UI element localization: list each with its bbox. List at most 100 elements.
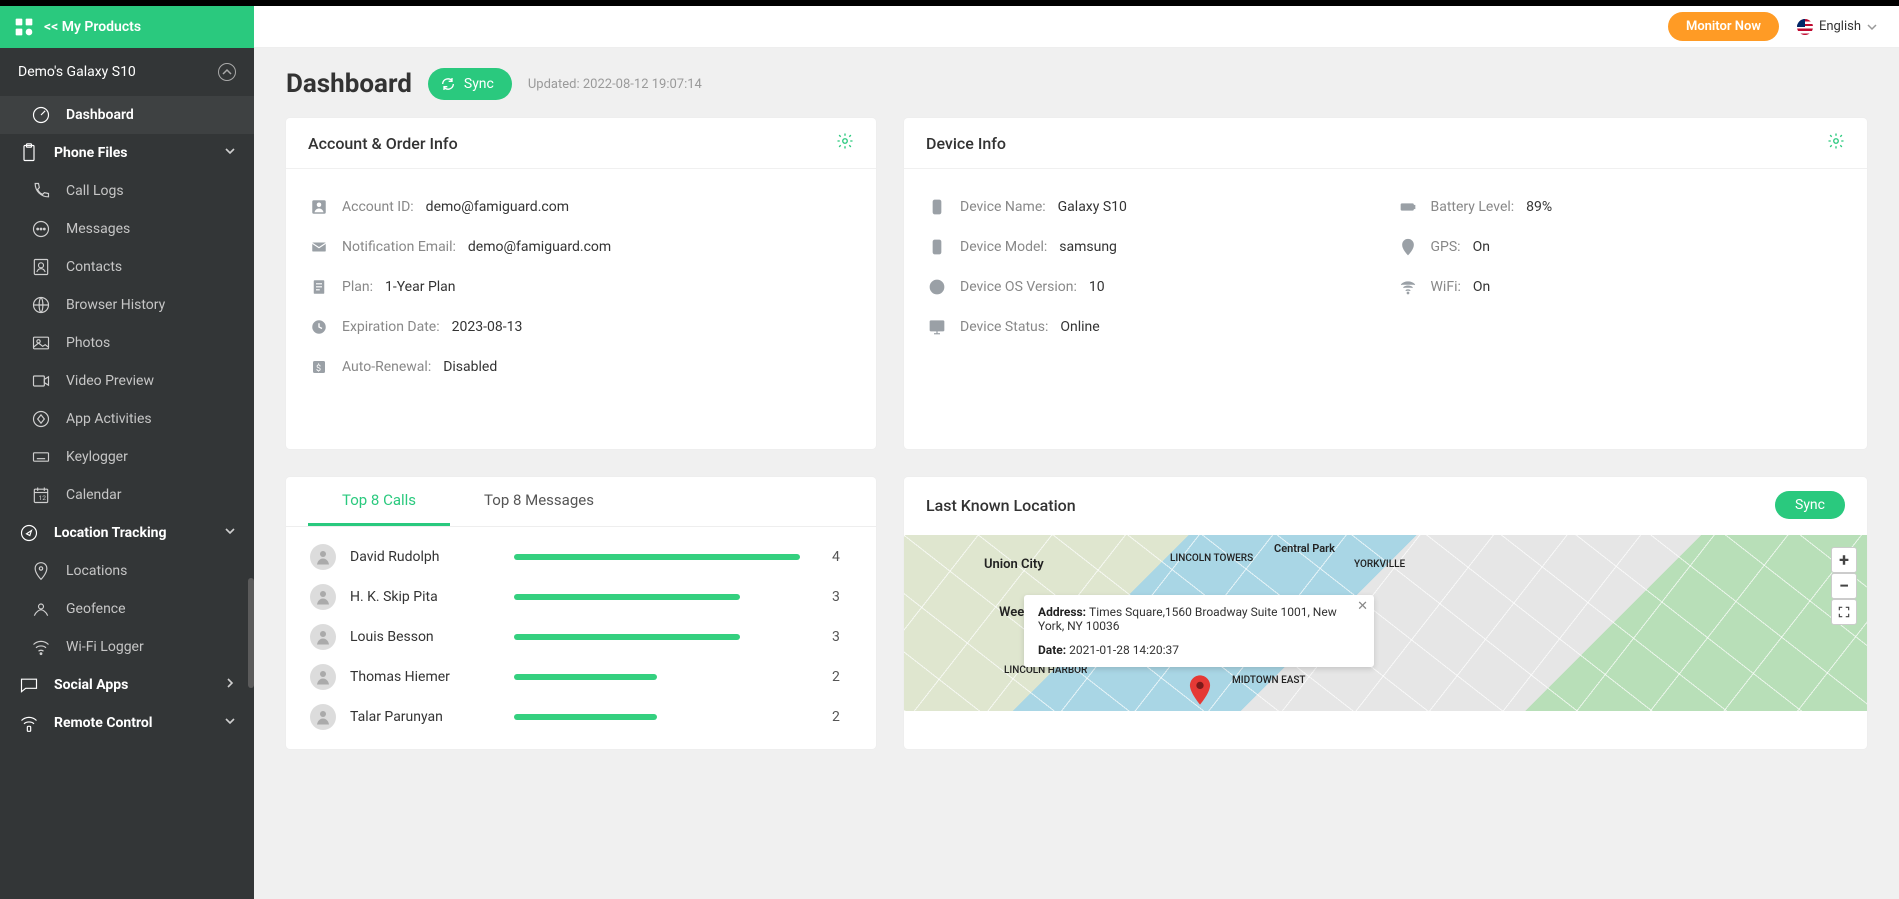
sidebar-item-contacts[interactable]: Contacts	[0, 248, 254, 286]
chat2-icon	[18, 674, 40, 696]
sidebar-item-video-preview[interactable]: Video Preview	[0, 362, 254, 400]
avatar-icon	[310, 544, 336, 570]
tab-top-calls[interactable]: Top 8 Calls	[308, 477, 450, 526]
language-selector[interactable]: English	[1797, 19, 1877, 35]
call-count: 2	[832, 709, 852, 725]
content: Dashboard Sync Updated: 2022-08-12 19:07…	[254, 48, 1899, 899]
image-icon	[30, 332, 52, 354]
monitor-now-button[interactable]: Monitor Now	[1668, 12, 1779, 41]
wifi-icon	[30, 636, 52, 658]
phone-device-icon	[926, 196, 948, 218]
sidebar-item-location-tracking[interactable]: Location Tracking	[0, 514, 254, 552]
call-bar	[514, 714, 800, 720]
dashboard-icon	[30, 104, 52, 126]
chevron-down-icon	[1867, 22, 1877, 32]
sidebar-item-label: Remote Control	[54, 715, 153, 731]
sidebar-item-messages[interactable]: Messages	[0, 210, 254, 248]
device-selector[interactable]: Demo's Galaxy S10	[0, 48, 254, 96]
page-title: Dashboard	[286, 69, 412, 99]
language-label: English	[1819, 19, 1861, 34]
account-title: Account & Order Info	[308, 134, 458, 153]
avatar-icon	[310, 704, 336, 730]
sidebar-item-locations[interactable]: Locations	[0, 552, 254, 590]
calendar-icon: 12	[30, 484, 52, 506]
sidebar-item-geofence[interactable]: Geofence	[0, 590, 254, 628]
clock-icon	[308, 316, 330, 338]
sync-button[interactable]: Sync	[428, 68, 512, 100]
app-icon	[30, 408, 52, 430]
account-row: Plan: 1-Year Plan	[308, 267, 854, 307]
scrollbar-thumb[interactable]	[248, 578, 254, 688]
sidebar-item-browser-history[interactable]: Browser History	[0, 286, 254, 324]
account-row: Notification Email: demo@famiguard.com	[308, 227, 854, 267]
device-title: Device Info	[926, 134, 1006, 153]
sidebar-item-call-logs[interactable]: Call Logs	[0, 172, 254, 210]
sidebar-item-remote-control[interactable]: Remote Control	[0, 704, 254, 742]
sidebar-item-label: Dashboard	[66, 107, 134, 123]
sidebar-item-label: Messages	[66, 221, 130, 237]
sidebar-item-phone-files[interactable]: Phone Files	[0, 134, 254, 172]
svg-text:$: $	[316, 363, 321, 374]
call-row: Thomas Hiemer2	[310, 657, 852, 697]
tab-top-messages[interactable]: Top 8 Messages	[450, 477, 628, 526]
gear-icon[interactable]	[836, 132, 854, 154]
call-name: Talar Parunyan	[350, 709, 500, 725]
chevron-right-icon	[224, 677, 236, 693]
map-zoom-out[interactable]: −	[1831, 573, 1857, 599]
account-row: $Auto-Renewal: Disabled	[308, 347, 854, 387]
battery-icon	[1397, 196, 1419, 218]
keyboard-icon	[30, 446, 52, 468]
pin-icon	[30, 560, 52, 582]
sidebar-item-label: Wi-Fi Logger	[66, 639, 144, 655]
sidebar-item-social-apps[interactable]: Social Apps	[0, 666, 254, 704]
sidebar-item-keylogger[interactable]: Keylogger	[0, 438, 254, 476]
gear-icon[interactable]	[1827, 132, 1845, 154]
call-count: 3	[832, 629, 852, 645]
geofence-icon	[30, 598, 52, 620]
chevron-up-icon	[218, 63, 236, 81]
sidebar-item-label: Browser History	[66, 297, 165, 313]
device-row: GPS:On	[1397, 227, 1846, 267]
sidebar-item-calendar[interactable]: 12Calendar	[0, 476, 254, 514]
close-icon[interactable]: ✕	[1357, 599, 1368, 614]
device-row: Device Status:Online	[926, 307, 1375, 347]
sidebar-item-wi-fi-logger[interactable]: Wi-Fi Logger	[0, 628, 254, 666]
device-row: Device Name:Galaxy S10	[926, 187, 1375, 227]
call-name: David Rudolph	[350, 549, 500, 565]
sidebar-item-app-activities[interactable]: App Activities	[0, 400, 254, 438]
call-name: Louis Besson	[350, 629, 500, 645]
map-label-lincolnt: LINCOLN TOWERS	[1170, 553, 1253, 564]
map-pin-icon	[1189, 675, 1211, 705]
chevron-down-icon	[224, 525, 236, 541]
sidebar: Demo's Galaxy S10 Dashboard Phone Files Ca…	[0, 48, 254, 899]
map-label-unioncity: Union City	[984, 557, 1044, 572]
chevron-down-icon	[224, 145, 236, 161]
map-zoom-in[interactable]: +	[1831, 547, 1857, 573]
refresh-icon	[440, 76, 456, 92]
call-row: H. K. Skip Pita3	[310, 577, 852, 617]
sidebar-item-label: Call Logs	[66, 183, 124, 199]
call-row: Talar Parunyan 2	[310, 697, 852, 737]
sidebar-item-label: Geofence	[66, 601, 126, 617]
sidebar-item-photos[interactable]: Photos	[0, 324, 254, 362]
sidebar-item-dashboard[interactable]: Dashboard	[0, 96, 254, 134]
device-name: Demo's Galaxy S10	[18, 64, 136, 80]
wifi-icon	[1397, 276, 1419, 298]
map-label-yorkville: YORKVILLE	[1354, 559, 1405, 570]
chat-icon	[30, 218, 52, 240]
sidebar-item-label: Social Apps	[54, 677, 128, 693]
call-row: David Rudolph4	[310, 537, 852, 577]
sidebar-item-label: Video Preview	[66, 373, 154, 389]
sidebar-item-label: App Activities	[66, 411, 152, 427]
map[interactable]: Union City Weeh LINCOLN HARBOR LINCOLN T…	[904, 535, 1867, 711]
location-sync-button[interactable]: Sync	[1775, 491, 1845, 519]
map-fullscreen[interactable]	[1831, 599, 1857, 625]
sidebar-item-label: Photos	[66, 335, 110, 351]
call-name: Thomas Hiemer	[350, 669, 500, 685]
call-bar	[514, 634, 800, 640]
brand-back-label: << My Products	[44, 19, 141, 35]
phone-icon	[30, 180, 52, 202]
sidebar-item-label: Keylogger	[66, 449, 128, 465]
brand-back[interactable]: << My Products	[0, 6, 254, 48]
topbar: << My Products Monitor Now English	[0, 6, 1899, 48]
